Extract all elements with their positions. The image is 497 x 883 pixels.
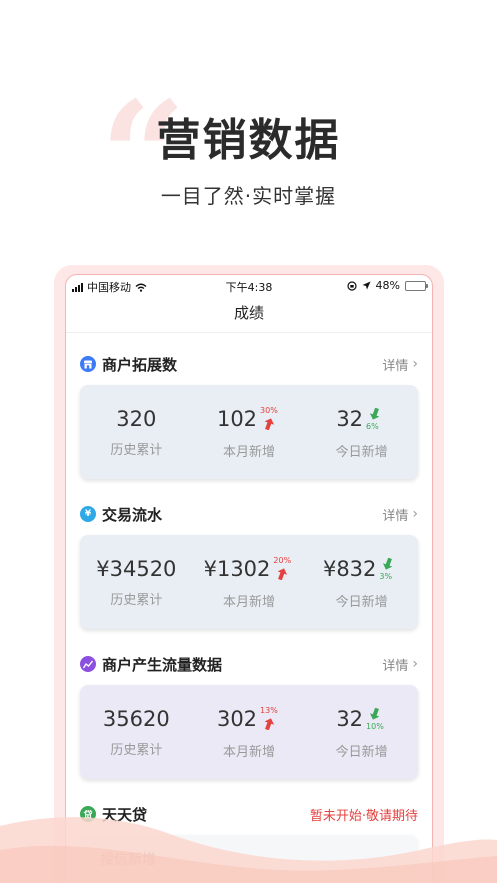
- detail-link-label: 详情: [382, 508, 409, 524]
- stat-month: 302 13% 本月新增: [193, 705, 306, 760]
- section-title: 天天贷: [102, 805, 148, 824]
- delta-percent: 10%: [366, 721, 384, 731]
- stat-today: ¥832 3% 今日新增: [305, 555, 418, 610]
- hero-subtitle: 一目了然·实时掌握: [160, 184, 337, 208]
- delta-up: 20%: [272, 555, 294, 583]
- hero-title: 营销数据: [156, 115, 341, 166]
- stat-value: 32: [336, 406, 364, 431]
- stat-today: 32 10% 今日新增: [305, 705, 418, 760]
- traffic-detail-link[interactable]: 详情 ›: [382, 655, 418, 674]
- arrow-up-icon: [264, 717, 275, 730]
- stat-value: ¥832: [322, 556, 377, 581]
- arrow-down-icon: [370, 407, 380, 420]
- stat-total: 35620 历史累计: [80, 707, 193, 758]
- stat-total: 320 历史累计: [80, 407, 193, 458]
- stat-label: 历史累计: [110, 742, 163, 758]
- delta-up: 30%: [259, 405, 281, 433]
- stat-label: 本月新增: [223, 744, 276, 760]
- stat-label: 今日新增: [335, 444, 388, 460]
- flow-detail-link[interactable]: 详情 ›: [382, 505, 418, 524]
- nav-title: 成绩: [66, 297, 432, 333]
- stat-label: 本月新增: [223, 594, 276, 610]
- section-merchant-traffic: 商户产生流量数据 详情 › 35620 历史累计 302 13% 本月新增 32…: [80, 647, 418, 779]
- arrow-up-icon: [278, 567, 288, 580]
- battery-icon: [405, 280, 428, 291]
- loan-icon: 贷: [80, 806, 96, 822]
- stat-label: 本月新增: [223, 444, 276, 460]
- delta-percent: 13%: [260, 705, 278, 715]
- delta-percent: 3%: [379, 571, 393, 581]
- detail-link-label: 详情: [382, 358, 409, 374]
- yen-icon: ¥: [80, 506, 96, 522]
- stat-month: ¥1302 20% 本月新增: [193, 555, 306, 610]
- delta-down: 3%: [378, 555, 400, 583]
- delta-percent: 6%: [366, 421, 379, 431]
- delta-down: 10%: [365, 705, 387, 733]
- stat-label: 历史累计: [110, 442, 163, 458]
- stat-label: 今日新增: [335, 744, 388, 760]
- stat-value: 35620: [102, 706, 170, 731]
- delta-down: 6%: [365, 405, 387, 433]
- chevron-right-icon: ›: [412, 506, 418, 522]
- arrow-up-icon: [264, 417, 275, 430]
- merchants-detail-link[interactable]: 详情 ›: [382, 355, 418, 374]
- stat-month: 102 30% 本月新增: [193, 405, 306, 460]
- stat-value: ¥1302: [203, 556, 271, 581]
- loan-status-text: 暂未开始·敬请期待: [309, 808, 418, 824]
- flow-stats-card[interactable]: ¥34520 历史累计 ¥1302 20% 本月新增 ¥832 3% 今日新增: [80, 535, 418, 629]
- merchants-stats-card[interactable]: 320 历史累计 102 30% 本月新增 32 6% 今日新增: [80, 385, 418, 479]
- loan-stats-card: 授信新增: [80, 835, 418, 883]
- stat-label: 历史累计: [110, 592, 163, 608]
- stat-value: ¥34520: [96, 556, 177, 581]
- stat-value: 32: [336, 706, 364, 731]
- section-daily-loan: 贷 天天贷 暂未开始·敬请期待 授信新增: [80, 797, 418, 883]
- section-title: 商户拓展数: [102, 355, 178, 374]
- status-bar: 中国移动 下午4:38 48%: [66, 275, 432, 297]
- delta-percent: 30%: [260, 405, 278, 415]
- stat-label: 今日新增: [335, 594, 388, 610]
- section-transaction-flow: ¥ 交易流水 详情 › ¥34520 历史累计 ¥1302 20% 本月新增 ¥…: [80, 497, 418, 629]
- chevron-right-icon: ›: [412, 356, 418, 372]
- phone-screen: 中国移动 下午4:38 48% 成绩 商户拓展数 详情 › 320 历史累计 1…: [65, 274, 433, 883]
- stat-today: 32 6% 今日新增: [305, 405, 418, 460]
- stat-value: 102: [216, 406, 258, 431]
- section-merchant-expansion: 商户拓展数 详情 › 320 历史累计 102 30% 本月新增 32 6% 今…: [80, 347, 418, 479]
- shop-icon: [80, 356, 96, 372]
- orientation-lock-icon: [346, 280, 357, 291]
- delta-up: 13%: [259, 705, 281, 733]
- stat-value: 302: [216, 706, 258, 731]
- arrow-down-icon: [370, 707, 380, 720]
- delta-percent: 20%: [273, 555, 292, 565]
- traffic-stats-card[interactable]: 35620 历史累计 302 13% 本月新增 32 10% 今日新增: [80, 685, 418, 779]
- section-title: 商户产生流量数据: [102, 655, 223, 674]
- arrow-down-icon: [383, 557, 393, 570]
- section-title: 交易流水: [102, 505, 163, 524]
- stat-total: ¥34520 历史累计: [80, 557, 193, 608]
- detail-link-label: 详情: [382, 658, 409, 674]
- stat-value: 320: [116, 406, 157, 431]
- location-icon: [362, 281, 371, 290]
- chart-icon: [80, 656, 96, 672]
- chevron-right-icon: ›: [412, 656, 418, 672]
- credit-new-label: 授信新增: [100, 852, 156, 868]
- battery-percent: 48%: [375, 279, 400, 292]
